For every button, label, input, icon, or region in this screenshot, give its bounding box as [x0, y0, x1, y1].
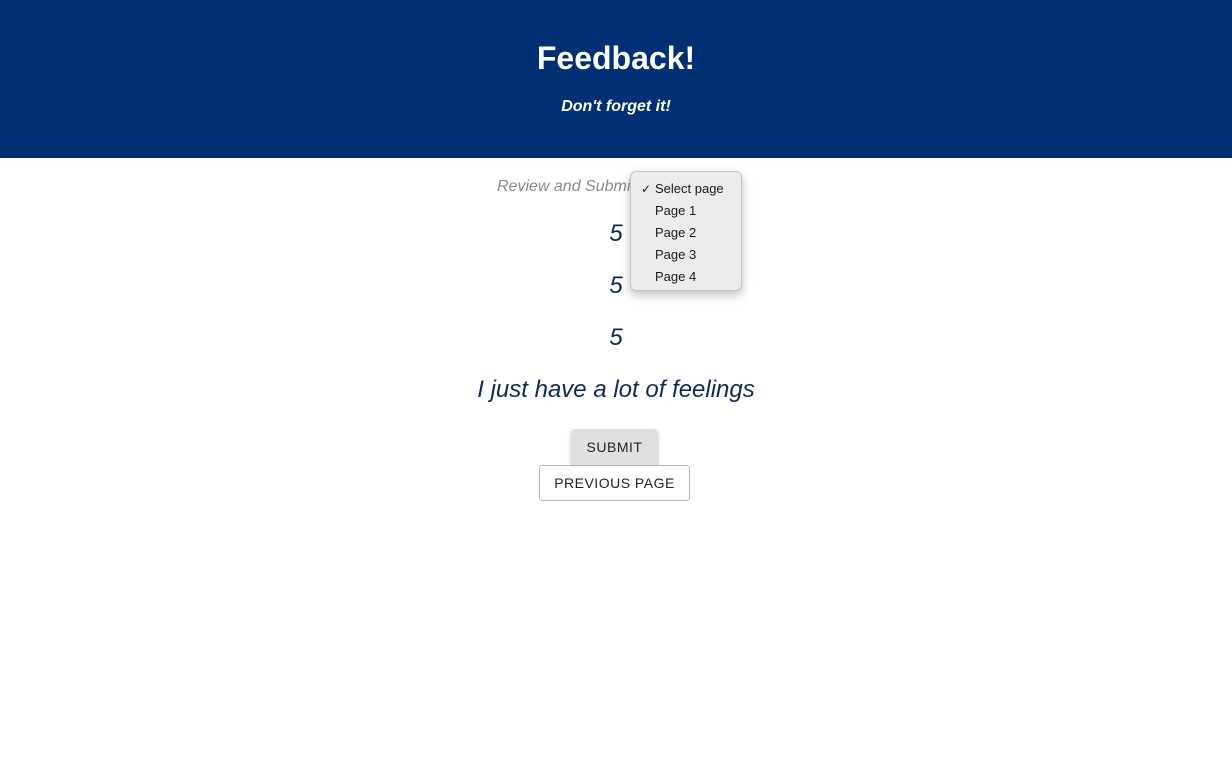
review-label: Review and Submit [497, 178, 635, 195]
page-option-page-3[interactable]: Page 3 [631, 244, 741, 266]
submit-button[interactable]: SUBMIT [571, 429, 658, 465]
page-title: Feedback! [536, 40, 696, 76]
rating-value-1: 5 [609, 220, 623, 247]
page-option-select-page[interactable]: ✓ Select page [631, 178, 741, 200]
page-option-page-1[interactable]: Page 1 [631, 200, 741, 222]
rating-value-2: 5 [609, 272, 623, 299]
page-option-label: Select page [655, 181, 724, 196]
checkmark-icon: ✓ [641, 182, 652, 196]
previous-page-button[interactable]: PREVIOUS PAGE [539, 465, 690, 501]
page-option-label: Page 1 [655, 203, 697, 218]
rating-value-3: 5 [609, 324, 623, 351]
page-subtitle: Don't forget it! [561, 98, 671, 115]
page-select-dropdown[interactable]: ✓ Select page Page 1 Page 2 Page 3 Page … [630, 171, 742, 291]
header-banner: Feedback! Don't forget it! [0, 0, 1232, 158]
page-option-label: Page 3 [655, 247, 697, 262]
feedback-comment: I just have a lot of feelings [477, 376, 755, 403]
page-option-page-4[interactable]: Page 4 [631, 266, 741, 288]
page-option-page-2[interactable]: Page 2 [631, 222, 741, 244]
page-option-label: Page 2 [655, 225, 697, 240]
page-option-label: Page 4 [655, 269, 697, 284]
review-section: Review and Submit 5 5 5 I just have a lo… [0, 158, 1232, 774]
